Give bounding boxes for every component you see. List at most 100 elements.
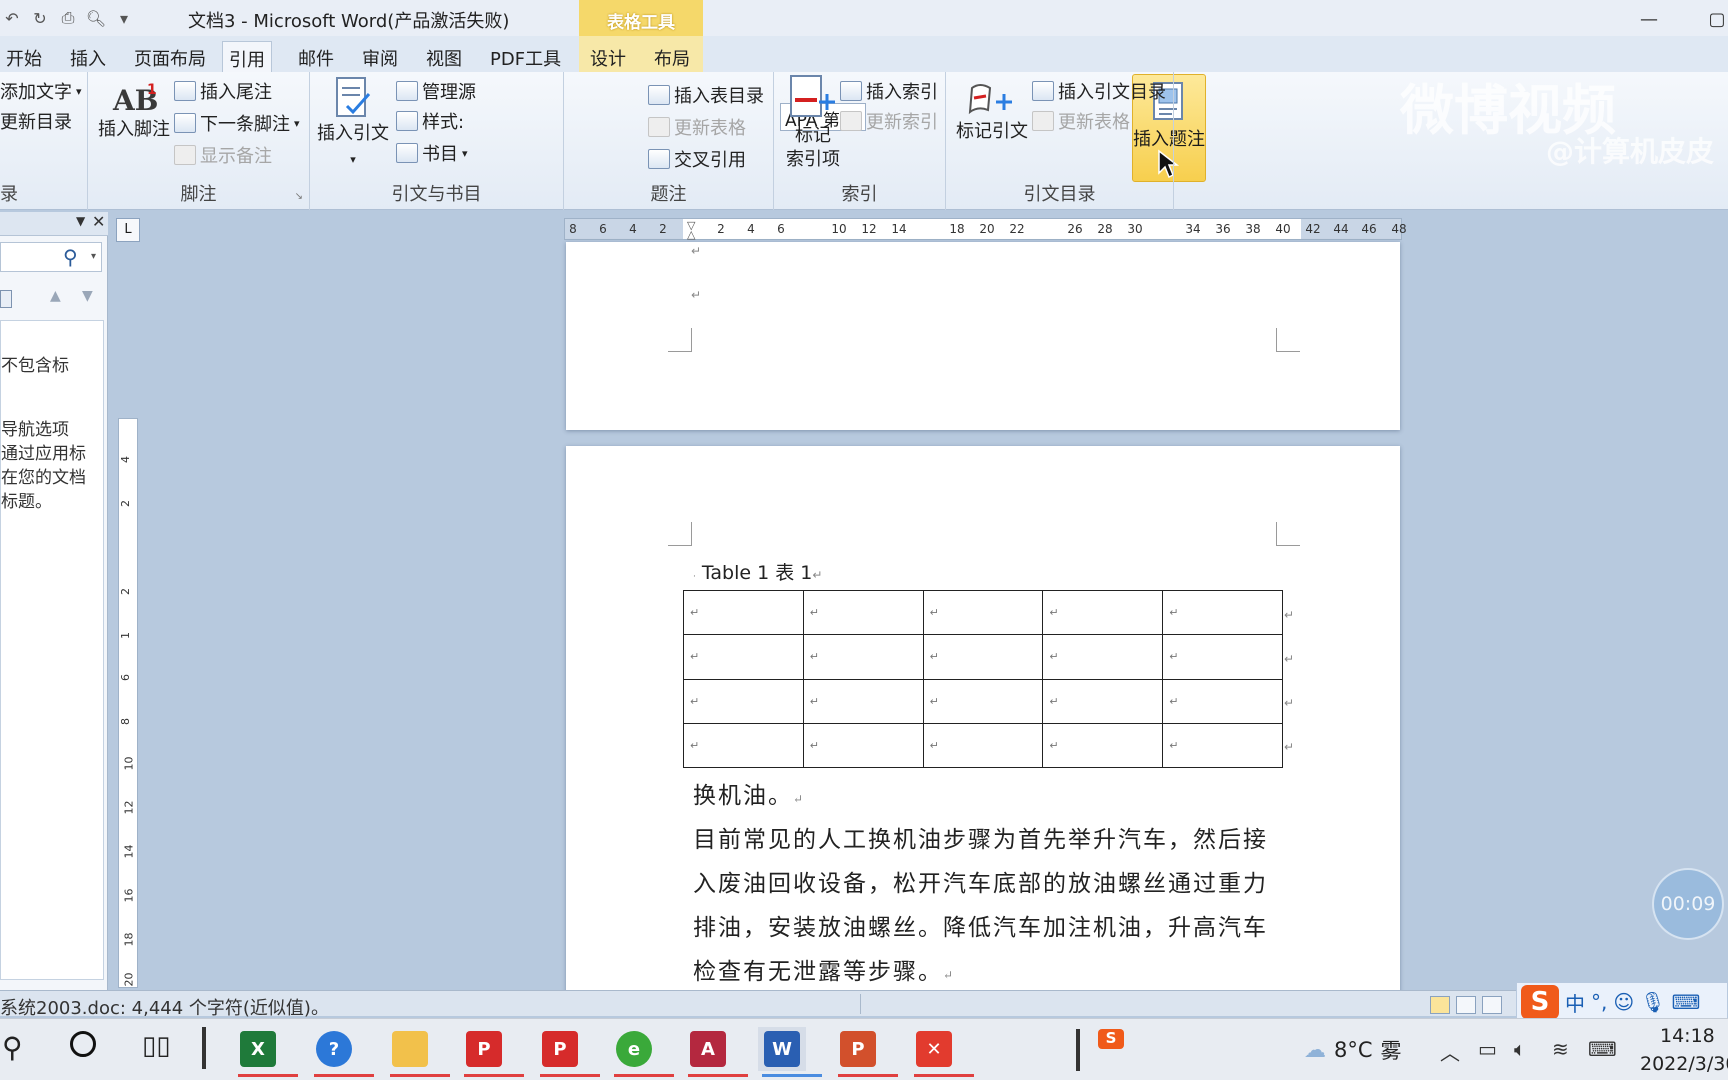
pdf-app-button-2[interactable]: P — [536, 1027, 600, 1077]
table-cell[interactable]: ↵ — [922, 678, 1044, 724]
insert-toa-button[interactable]: 插入引文目录 — [1032, 78, 1166, 104]
update-toc-button[interactable]: 更新目录 — [0, 108, 72, 134]
table-cell[interactable]: ↵ — [802, 678, 924, 724]
manage-sources-button[interactable]: 管理源 — [396, 78, 476, 104]
paragraph-1[interactable]: 换机油。↵ — [693, 776, 805, 810]
paragraph-2-line-3[interactable]: 排油，安装放油螺丝。降低汽车加注机油，升高汽车 — [693, 908, 1268, 942]
add-text-button[interactable]: 添加文字 ▾ — [0, 78, 82, 104]
paragraph-2-line-4[interactable]: 检查有无泄露等步骤。↵ — [693, 952, 955, 986]
print-layout-view-icon[interactable] — [1430, 996, 1450, 1014]
table-cell[interactable]: ↵ — [683, 678, 804, 724]
tab-home[interactable]: 开始 — [0, 41, 48, 72]
print-preview-icon[interactable]: 🔍︎ — [84, 6, 108, 30]
table-cell[interactable]: ↵ — [1162, 678, 1283, 724]
update-table-button[interactable]: 更新表格 — [648, 114, 746, 140]
access-app-button[interactable]: A — [684, 1027, 748, 1077]
undo-icon[interactable]: ↶ — [0, 6, 24, 30]
web-layout-view-icon[interactable] — [1482, 996, 1502, 1014]
table-caption[interactable]: · Table 1 表 1↵ — [693, 558, 822, 585]
horizontal-ruler[interactable]: 8 6 4 2 2 4 6 10 12 14 18 20 22 26 28 30… — [564, 218, 1407, 241]
show-hidden-icons-icon[interactable]: ︿ — [1440, 1037, 1460, 1066]
recorder-app-button[interactable]: ✕ — [910, 1027, 974, 1077]
ime-punctuation-toggle[interactable]: °, — [1591, 990, 1607, 1014]
table-cell[interactable]: ↵ — [802, 589, 924, 636]
tab-mailings[interactable]: 邮件 — [292, 41, 340, 72]
maximize-button[interactable]: ▢ — [1700, 6, 1728, 32]
wifi-icon[interactable]: ≋ — [1552, 1037, 1569, 1061]
next-heading-icon[interactable]: ▼ — [82, 288, 93, 304]
tab-view[interactable]: 视图 — [420, 41, 468, 72]
next-footnote-button[interactable]: 下一条脚注 ▾ — [174, 110, 300, 136]
table-cell[interactable]: ↵ — [1042, 589, 1164, 636]
tab-pdf-tools[interactable]: PDF工具 — [484, 41, 567, 72]
table-cell[interactable]: ↵ — [1042, 634, 1164, 680]
nav-pane-close-icon[interactable]: ✕ — [92, 212, 105, 231]
table-cell[interactable]: ↵ — [683, 722, 804, 769]
microphone-icon[interactable]: 🎙︎ — [1640, 990, 1665, 1014]
tab-selector[interactable]: L — [116, 218, 140, 242]
weather-widget[interactable]: ☁ 8°C 雾 — [1304, 1035, 1402, 1065]
cross-reference-button[interactable]: 交叉引用 — [648, 146, 746, 172]
clock-date[interactable]: 2022/3/30 — [1640, 1053, 1728, 1075]
ime-toolbar[interactable]: S 中 °, ☺ 🎙︎ ⌨ — [1516, 982, 1728, 1022]
tab-references[interactable]: 引用 — [222, 41, 272, 72]
table-cell[interactable]: ↵ — [922, 722, 1044, 769]
ime-language-toggle[interactable]: 中 — [1565, 988, 1585, 1017]
search-icon[interactable]: ⚲ — [63, 245, 78, 269]
keyboard-icon[interactable]: ⌨ — [1672, 990, 1701, 1014]
search-options-icon[interactable]: ▾ — [91, 251, 96, 262]
customize-qat-icon[interactable]: ▾ — [112, 6, 136, 30]
table-cell[interactable]: ↵ — [922, 589, 1044, 636]
print-icon[interactable]: ⎙ — [56, 6, 80, 30]
status-character-count[interactable]: 系统2003.doc: 4,444 个字符(近似值)。 — [0, 994, 329, 1020]
excel-app-button[interactable]: X — [234, 1027, 298, 1077]
clock-time[interactable]: 14:18 — [1660, 1025, 1715, 1047]
tab-layout[interactable]: 布局 — [648, 41, 696, 72]
help-app-button[interactable]: ? — [310, 1027, 374, 1077]
pdf-app-button-1[interactable]: P — [460, 1027, 524, 1077]
insert-endnote-button[interactable]: 插入尾注 — [174, 78, 272, 104]
cortana-icon[interactable] — [70, 1031, 96, 1057]
full-screen-reading-view-icon[interactable] — [1456, 996, 1476, 1014]
insert-index-button[interactable]: 插入索引 — [840, 78, 938, 104]
task-view-icon[interactable]: ▯▯ — [142, 1031, 171, 1061]
insert-citation-button[interactable]: 插入引文 ▾ — [314, 76, 392, 172]
tab-design[interactable]: 设计 — [584, 41, 632, 72]
volume-icon[interactable]: 🔈︎ — [1514, 1037, 1526, 1061]
update-index-button[interactable]: 更新索引 — [840, 108, 938, 134]
footnotes-dialog-launcher[interactable]: ↘ — [295, 191, 303, 202]
table-cell[interactable]: ↵ — [1162, 722, 1283, 769]
powerpoint-app-button[interactable]: P — [834, 1027, 898, 1077]
update-toa-button[interactable]: 更新表格 — [1032, 108, 1130, 134]
paragraph-2-line-2[interactable]: 入废油回收设备，松开汽车底部的放油螺丝通过重力 — [693, 864, 1268, 898]
previous-heading-icon[interactable]: ▲ — [50, 288, 61, 304]
tab-insert[interactable]: 插入 — [64, 41, 112, 72]
file-explorer-button[interactable] — [386, 1027, 450, 1077]
vertical-ruler[interactable]: 4 2 2 1 6 8 10 12 14 16 18 20 — [118, 418, 138, 988]
headings-view-icon[interactable] — [0, 290, 12, 308]
sogou-logo-icon[interactable]: S — [1521, 985, 1559, 1019]
tab-review[interactable]: 审阅 — [356, 41, 404, 72]
search-icon[interactable]: ⚲ — [2, 1031, 23, 1064]
nav-pane-menu-icon[interactable]: ▼ — [76, 214, 85, 228]
show-notes-button[interactable]: 显示备注 — [174, 142, 272, 168]
bibliography-button[interactable]: 书目 ▾ — [396, 140, 468, 166]
word-app-button[interactable]: W — [758, 1027, 822, 1077]
emoji-icon[interactable]: ☺ — [1613, 990, 1634, 1014]
table-cell[interactable]: ↵ — [922, 634, 1044, 680]
redo-icon[interactable]: ↻ — [28, 6, 52, 30]
mark-citation-button[interactable]: 标记引文 — [952, 80, 1032, 144]
table-cell[interactable]: ↵ — [683, 589, 804, 636]
table-cell[interactable]: ↵ — [683, 634, 804, 680]
touch-keyboard-icon[interactable]: ⌨ — [1588, 1037, 1617, 1061]
table-cell[interactable]: ↵ — [1042, 678, 1164, 724]
mark-entry-button[interactable]: 标记 索引项 — [780, 74, 846, 172]
browser-button[interactable]: e — [610, 1027, 674, 1077]
table-cell[interactable]: ↵ — [1162, 589, 1283, 636]
table-cell[interactable]: ↵ — [802, 634, 924, 680]
tab-page-layout[interactable]: 页面布局 — [128, 41, 212, 72]
hanging-indent-marker[interactable]: △ — [687, 228, 695, 241]
document-table[interactable]: ↵ ↵ ↵ ↵ ↵ ↵ ↵ ↵ ↵ ↵ ↵ ↵ ↵ ↵ ↵ ↵ ↵ ↵ ↵ ↵ — [683, 589, 1283, 769]
nav-search-input[interactable]: ⚲ ▾ — [0, 242, 102, 272]
insert-table-of-figures-button[interactable]: 插入表目录 — [648, 82, 764, 108]
